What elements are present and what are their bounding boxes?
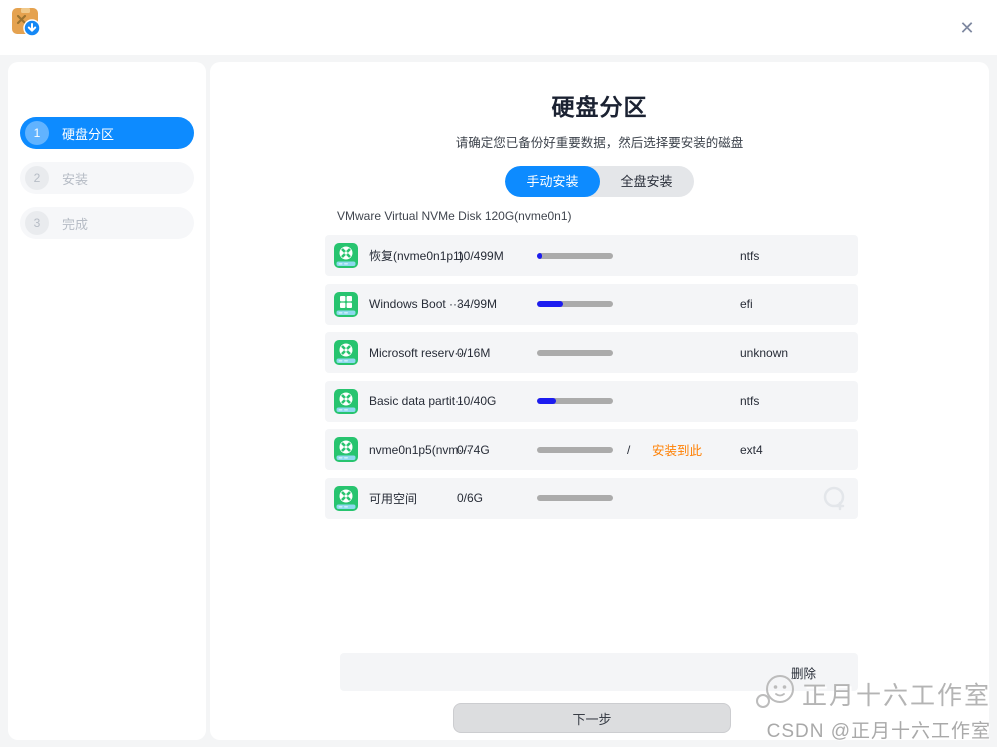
delete-button[interactable]: 删除 [791, 663, 816, 682]
sidebar: 1 硬盘分区 2 安装 3 完成 [8, 62, 206, 740]
install-here-label[interactable]: 安装到此 [652, 440, 740, 459]
titlebar: ✕ [0, 0, 997, 55]
page-title: 硬盘分区 [551, 94, 648, 120]
sidebar-step: 1 硬盘分区 [20, 117, 194, 149]
partition-name: Basic data partit··· [369, 394, 468, 408]
partition-usage-zone [537, 349, 627, 356]
step-number-badge: 3 [25, 211, 49, 235]
main-panel: 硬盘分区 请确定您已备份好重要数据，然后选择要安装的磁盘 手动安装 全盘安装 VM… [210, 62, 989, 740]
subtitle: 请确定您已备份好重要数据，然后选择要安装的磁盘 [455, 136, 744, 150]
partition-usage-zone [537, 495, 627, 501]
partition-row[interactable]: nvme0n1p5(nvm··· 0/74G / 安装到此 ext4 [325, 429, 858, 470]
partition-size: 0/16M [457, 345, 491, 360]
filesystem-type: efi [740, 297, 753, 311]
sidebar-step: 2 安装 [20, 162, 194, 194]
filesystem-type: ntfs [740, 394, 760, 408]
partition-usage-bar [537, 398, 613, 404]
drive-partition-icon [333, 388, 359, 415]
install-mode-toggle: 手动安装 全盘安装 [505, 166, 694, 197]
step-label: 硬盘分区 [62, 126, 115, 142]
partition-size: 10/499M [457, 248, 504, 263]
filesystem-type: ext4 [740, 442, 763, 457]
installer-app-icon [10, 5, 42, 39]
partition-size: 10/40G [457, 394, 497, 408]
partition-list: 恢复(nvme0n1p1) 10/499M ntfs Windows Boot ··… [325, 235, 858, 519]
step-label: 完成 [62, 216, 89, 232]
partition-usage-zone [537, 446, 627, 453]
drive-partition-icon [333, 436, 359, 463]
usage-bar-fill [537, 252, 542, 259]
partition-name: 可用空间 [369, 491, 418, 506]
partition-usage-bar [537, 446, 613, 453]
step-list: 1 硬盘分区 2 安装 3 完成 [8, 62, 206, 239]
partition-usage-zone [537, 252, 627, 259]
partition-usage-bar [537, 301, 613, 307]
partition-row[interactable]: 恢复(nvme0n1p1) 10/499M ntfs [325, 235, 858, 276]
partition-row[interactable]: Windows Boot ··· 34/99M efi [325, 283, 858, 325]
partition-usage-bar [537, 349, 613, 356]
disk-label: VMware Virtual NVMe Disk 120G(nvme0n1) [337, 209, 572, 223]
partition-usage-bar [537, 252, 613, 259]
mode-tab[interactable]: 全盘安装 [600, 166, 694, 197]
filesystem-type: unknown [740, 345, 789, 360]
partition-row[interactable]: 可用空间 0/6G [325, 477, 858, 519]
partition-size: 0/6G [457, 491, 484, 505]
drive-partition-icon [333, 242, 359, 269]
installer-window: ✕ 1 硬盘分区 2 安装 3 完成 硬盘分区 请确定您已备份好重要数据，然后选择要安装的… [0, 0, 997, 747]
mount-point: / [627, 442, 631, 457]
partition-usage-zone [537, 398, 627, 404]
windows-partition-icon [333, 291, 359, 318]
partition-name: nvme0n1p5(nvm··· [369, 442, 471, 457]
step-number-badge: 2 [25, 166, 49, 190]
partition-name: Windows Boot ··· [369, 297, 462, 311]
usage-bar-fill [537, 301, 563, 307]
drive-partition-icon [333, 485, 359, 512]
drive-partition-icon [333, 339, 359, 366]
partition-row[interactable]: Microsoft reserv··· 0/16M unknown [325, 332, 858, 373]
close-icon[interactable]: ✕ [955, 16, 979, 40]
filesystem-type: ntfs [740, 248, 760, 263]
next-button[interactable]: 下一步 [453, 703, 731, 733]
step-number-badge: 1 [25, 121, 49, 145]
partition-name: 恢复(nvme0n1p1) [369, 249, 464, 263]
partition-usage-bar [537, 495, 613, 501]
sidebar-step: 3 完成 [20, 207, 194, 239]
step-label: 安装 [62, 171, 89, 187]
partition-name: Microsoft reserv··· [369, 345, 467, 360]
mode-tab[interactable]: 手动安装 [505, 166, 600, 197]
partition-row[interactable]: Basic data partit··· 10/40G ntfs [325, 380, 858, 422]
add-partition-icon[interactable] [822, 485, 848, 511]
partition-size: 0/74G [457, 442, 490, 457]
usage-bar-fill [537, 398, 556, 404]
partition-usage-zone [537, 301, 627, 307]
delete-bar: 删除 [340, 653, 858, 691]
partition-size: 34/99M [457, 297, 498, 311]
